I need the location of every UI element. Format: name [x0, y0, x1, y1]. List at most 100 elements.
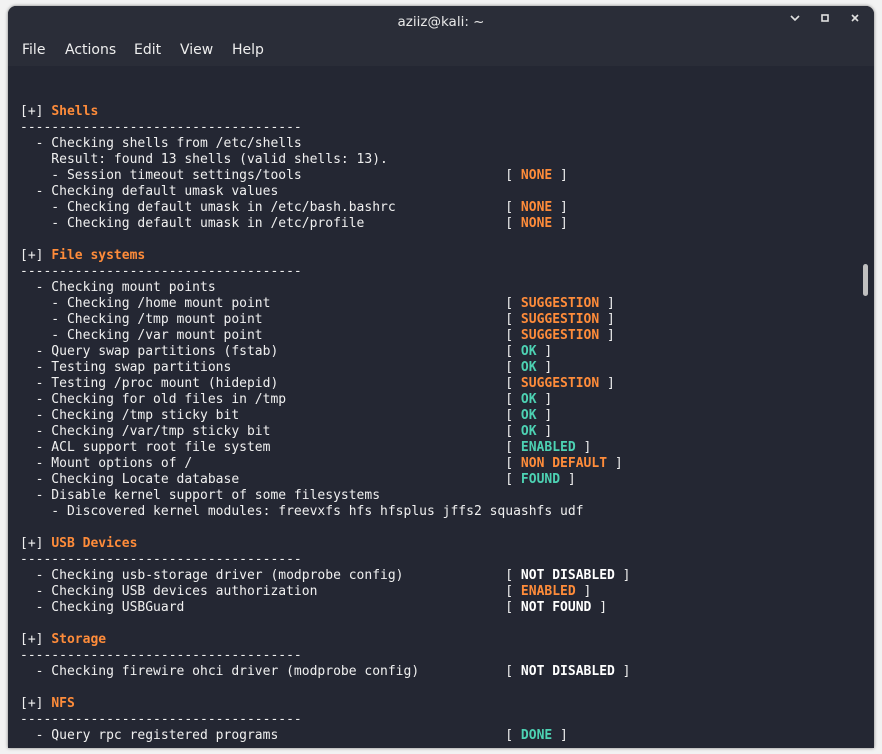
line-text: - Checking default umask in /etc/profile	[20, 216, 365, 231]
check-line: - Checking USBGuard [ NOT FOUND ]	[20, 600, 608, 615]
output-line: ------------------------------------	[20, 552, 631, 568]
output-line: ------------------------------------	[20, 264, 631, 280]
status-badge: SUGGESTION	[520, 328, 600, 343]
line-text: - Checking /tmp sticky bit	[20, 408, 240, 423]
status-badge: SUGGESTION	[520, 296, 600, 311]
status-badge: NON DEFAULT	[520, 456, 608, 471]
scrollbar-thumb[interactable]	[863, 264, 868, 296]
status-badge: NOT DISABLED	[520, 568, 615, 583]
line-text: ------------------------------------	[20, 552, 302, 567]
line-text: - Checking /tmp mount point	[20, 312, 263, 327]
section-header: [+] Shells	[20, 104, 631, 120]
check-line: - Checking Locate database [ FOUND ]	[20, 472, 576, 487]
check-line: - Session timeout settings/tools [ NONE …	[20, 168, 568, 183]
section-prefix: [+]	[20, 696, 52, 711]
output-line: - Checking shells from /etc/shells	[20, 136, 631, 152]
section-header: [+] NFS	[20, 696, 631, 712]
check-line: - Checking /home mount point [ SUGGESTIO…	[20, 296, 615, 311]
check-line: - Checking /var mount point [ SUGGESTION…	[20, 328, 615, 343]
menu-file[interactable]: File	[22, 42, 45, 58]
status-badge: OK	[520, 392, 537, 407]
line-text: - Disable kernel support of some filesys…	[20, 488, 381, 503]
line-text: - Checking /home mount point	[20, 296, 271, 311]
check-line: - Checking /tmp mount point [ SUGGESTION…	[20, 312, 615, 327]
status-badge: SUGGESTION	[520, 312, 600, 327]
status-badge: NONE	[520, 200, 553, 215]
output-line: - Checking default umask values	[20, 184, 631, 200]
menu-bar: File Actions Edit View Help	[8, 38, 874, 66]
line-text: - Checking mount points	[20, 280, 216, 295]
line-text: - Checking for old files in /tmp	[20, 392, 287, 407]
line-text: - Checking Locate database	[20, 472, 240, 487]
status-badge: FOUND	[520, 472, 561, 487]
line-text: ------------------------------------	[20, 648, 302, 663]
line-text: - ACL support root file system	[20, 440, 271, 455]
status-badge: NONE	[520, 168, 553, 183]
menu-view[interactable]: View	[180, 42, 213, 58]
check-line: - Mount options of / [ NON DEFAULT ]	[20, 456, 623, 471]
menu-help[interactable]: Help	[232, 42, 264, 58]
check-line: - Testing /proc mount (hidepid) [ SUGGES…	[20, 376, 615, 391]
line-text: - Checking USBGuard	[20, 600, 185, 615]
line-text: - Checking usb-storage driver (modprobe …	[20, 568, 404, 583]
section-title: Storage	[51, 632, 107, 647]
status-badge: DONE	[520, 728, 553, 743]
line-text: - Mount options of /	[20, 456, 193, 471]
output-line: Result: found 13 shells (valid shells: 1…	[20, 152, 631, 168]
menu-edit[interactable]: Edit	[134, 42, 161, 58]
section-header: [+] USB Devices	[20, 536, 631, 552]
check-line: - Query rpc registered programs [ DONE ]	[20, 728, 568, 743]
status-badge: NOT DISABLED	[520, 664, 615, 679]
menu-actions[interactable]: Actions	[65, 42, 116, 58]
section-prefix: [+]	[20, 104, 52, 119]
square-icon[interactable]	[814, 10, 836, 32]
section-prefix: [+]	[20, 536, 52, 551]
status-badge: ENABLED	[520, 584, 576, 599]
line-text: - Query swap partitions (fstab)	[20, 344, 279, 359]
terminal-window: aziiz@kali: ~ File Actions Edit View Hel…	[8, 6, 874, 748]
check-line: - Query swap partitions (fstab) [ OK ]	[20, 344, 553, 359]
check-line: - Checking USB devices authorization [ E…	[20, 584, 592, 599]
section-title: USB Devices	[51, 536, 138, 551]
status-badge: ENABLED	[520, 440, 576, 455]
line-text: - Checking shells from /etc/shells	[20, 136, 302, 151]
status-badge: SUGGESTION	[520, 376, 600, 391]
section-title: NFS	[51, 696, 75, 711]
section-header: [+] File systems	[20, 248, 631, 264]
output-line: - Checking mount points	[20, 280, 631, 296]
status-badge: OK	[520, 424, 537, 439]
terminal-output[interactable]: [+] Shells ------------------------------…	[20, 88, 631, 744]
line-text: - Query rpc registered programs	[20, 728, 279, 743]
line-text: - Checking default umask in /etc/bash.ba…	[20, 200, 396, 215]
window-title: aziiz@kali: ~	[397, 14, 485, 30]
close-icon[interactable]	[844, 10, 866, 32]
status-badge: OK	[520, 344, 537, 359]
check-line: - ACL support root file system [ ENABLED…	[20, 440, 592, 455]
check-line: - Checking firewire ohci driver (modprob…	[20, 664, 631, 679]
status-badge: OK	[520, 408, 537, 423]
output-line: ------------------------------------	[20, 120, 631, 136]
title-bar[interactable]: aziiz@kali: ~	[8, 6, 874, 38]
output-line: - Discovered kernel modules: freevxfs hf…	[20, 504, 631, 520]
line-text: ------------------------------------	[20, 120, 302, 135]
check-line: - Checking default umask in /etc/bash.ba…	[20, 200, 568, 215]
check-line: - Checking default umask in /etc/profile…	[20, 216, 568, 231]
line-text: - Checking /var mount point	[20, 328, 263, 343]
line-text: ------------------------------------	[20, 712, 302, 727]
line-text: - Checking default umask values	[20, 184, 279, 199]
status-badge: NONE	[520, 216, 553, 231]
check-line: - Checking /tmp sticky bit [ OK ]	[20, 408, 553, 423]
section-prefix: [+]	[20, 248, 52, 263]
chevron-down-icon[interactable]	[784, 10, 806, 32]
line-text: Result: found 13 shells (valid shells: 1…	[20, 152, 388, 167]
check-line: - Testing swap partitions [ OK ]	[20, 360, 553, 375]
status-badge: OK	[520, 360, 537, 375]
status-badge: NOT FOUND	[520, 600, 592, 615]
scrollbar[interactable]	[861, 66, 871, 748]
line-text: - Discovered kernel modules: freevxfs hf…	[20, 504, 584, 519]
line-text: - Checking /var/tmp sticky bit	[20, 424, 271, 439]
